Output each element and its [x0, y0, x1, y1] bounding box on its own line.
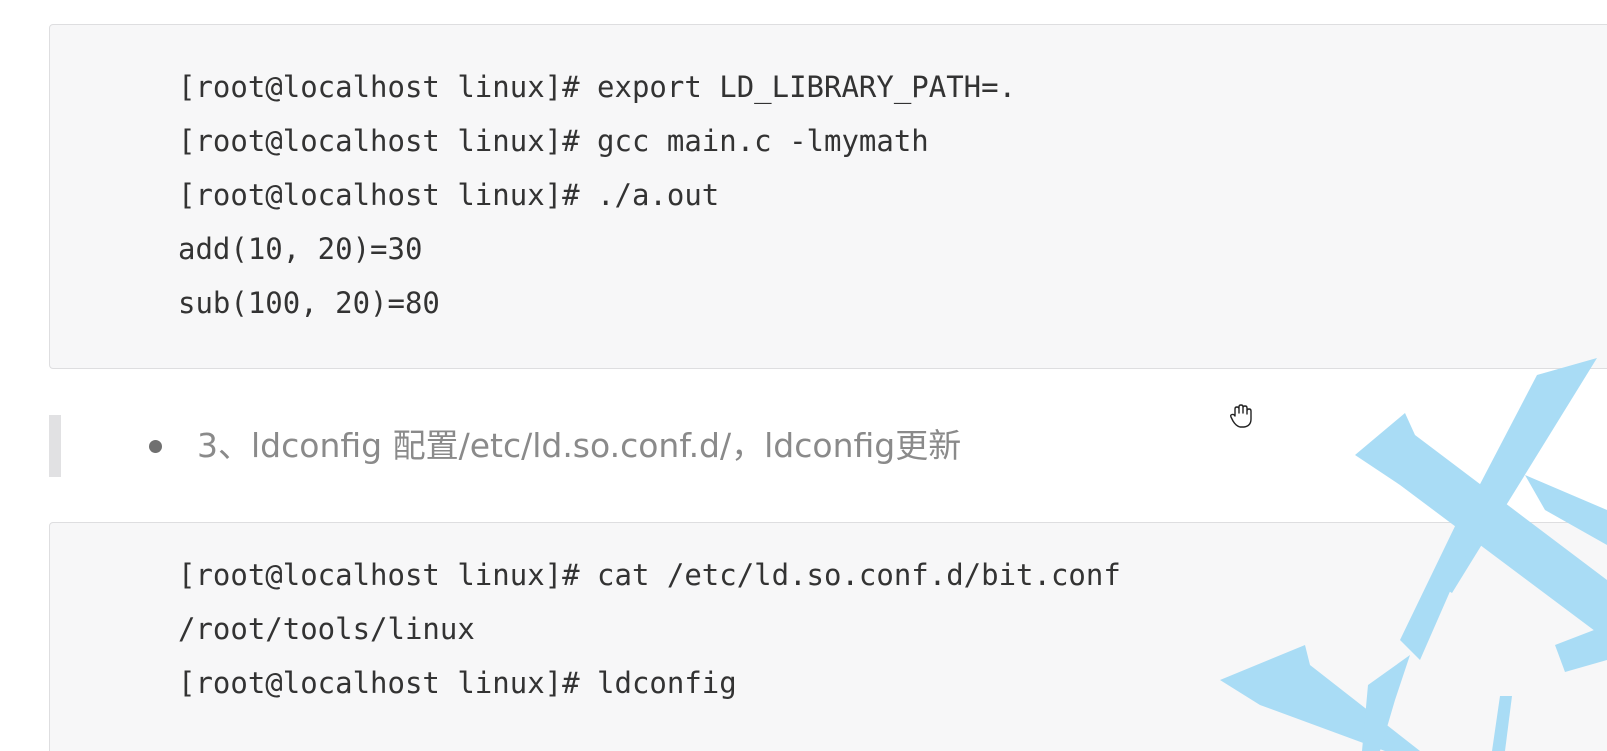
code-line: [root@localhost linux]# export LD_LIBRAR…: [178, 70, 1017, 104]
code-line: /root/tools/linux: [178, 612, 475, 646]
document-page: [root@localhost linux]# export LD_LIBRAR…: [0, 0, 1607, 751]
blockquote-bar: [49, 415, 61, 477]
blockquote-list: 3、ldconfig 配置/etc/ld.so.conf.d/，ldconfig…: [49, 415, 1249, 477]
bullet-dot: [149, 440, 162, 453]
code-line: [root@localhost linux]# gcc main.c -lmym…: [178, 124, 929, 158]
code-block: [root@localhost linux]# cat /etc/ld.so.c…: [49, 522, 1607, 751]
code-line: [root@localhost linux]# cat /etc/ld.so.c…: [178, 558, 1121, 592]
list-item: 3、ldconfig 配置/etc/ld.so.conf.d/，ldconfig…: [197, 426, 962, 465]
code-block: [root@localhost linux]# export LD_LIBRAR…: [49, 24, 1607, 369]
hand-grab-cursor-icon: [1229, 404, 1252, 428]
code-line: sub(100, 20)=80: [178, 286, 440, 320]
code-line: [root@localhost linux]# ./a.out: [178, 178, 720, 212]
code-line: add(10, 20)=30: [178, 232, 423, 266]
code-line: [root@localhost linux]# ldconfig: [178, 666, 737, 700]
